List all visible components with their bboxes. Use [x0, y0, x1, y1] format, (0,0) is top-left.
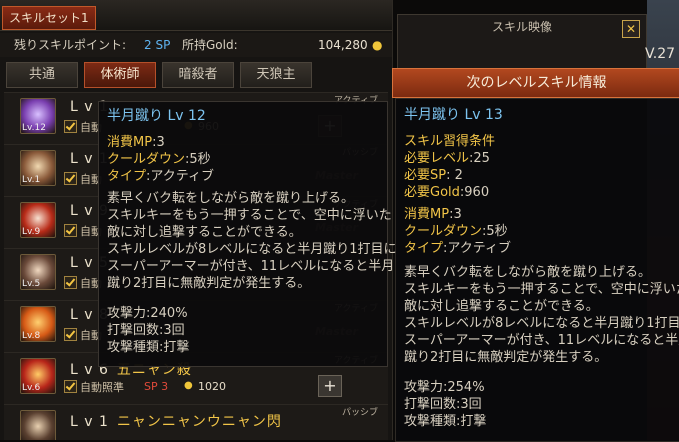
next-desc-2: スキルキーをもう一押することで、空中に浮いた: [404, 282, 679, 297]
level-up-button[interactable]: +: [318, 375, 342, 397]
tooltip-hits: 打撃回数:3回: [107, 323, 185, 338]
auto-checkbox[interactable]: [64, 380, 77, 393]
skill-icon[interactable]: [20, 410, 56, 440]
skill-level: L v 1 ニャンニャンウニャン閃: [70, 414, 282, 430]
remaining-points-label: 残りスキルポイント:: [14, 38, 127, 52]
tooltip-desc-1: 素早くバク転をしながら敵を蹴り上げる。: [107, 191, 355, 206]
next-level-panel: 半月蹴り Lv 13 スキル習得条件 必要レベル:25 必要SP: 2 必要Go…: [395, 98, 679, 442]
close-icon[interactable]: ✕: [622, 20, 640, 38]
auto-checkbox[interactable]: [64, 276, 77, 289]
skill-icon-level: Lv.9: [22, 227, 41, 237]
skill-icon-level: Lv.12: [22, 123, 46, 133]
tab-wolf-lord[interactable]: 天狼主: [240, 62, 312, 88]
next-desc-5: スーパーアーマーが付き、11レベルになると半月: [404, 333, 679, 348]
skill-icon-level: Lv.6: [22, 383, 41, 393]
next-level-header: 次のレベルスキル情報: [392, 68, 679, 98]
next-hits: 打撃回数:3回: [404, 397, 482, 412]
auto-checkbox[interactable]: [64, 172, 77, 185]
remaining-points-value: 2 SP: [144, 38, 171, 52]
skill-gold-cost: 1020: [198, 380, 226, 393]
skill-name: ニャンニャンウニャン閃: [116, 414, 282, 430]
tooltip-type: タイプ:アクティブ: [107, 169, 214, 184]
auto-checkbox[interactable]: [64, 120, 77, 133]
level-fragment: V.27: [645, 46, 676, 62]
points-bar: 残りスキルポイント: 2 SP 所持Gold: 104,280 ●: [0, 33, 392, 57]
next-desc-6: 蹴り2打目に無敵判定が発生する。: [404, 350, 608, 365]
class-tabs: 共通 体術師 暗殺者 天狼主: [0, 62, 392, 88]
skill-window-titlebar: スキルセット1: [0, 0, 392, 31]
skill-set-tab[interactable]: スキルセット1: [2, 6, 96, 30]
tooltip-desc-3: 敵に対し追撃することができる。: [107, 225, 302, 240]
auto-checkbox[interactable]: [64, 328, 77, 341]
req-title: スキル習得条件: [404, 134, 496, 149]
tab-assassin[interactable]: 暗殺者: [162, 62, 234, 88]
req-sp: 必要SP: 2: [404, 168, 463, 183]
skill-icon-level: Lv.5: [22, 279, 41, 289]
skill-tooltip: 半月蹴り Lv 12 消費MP:3 クールダウン:5秒 タイプ:アクティブ 素早…: [98, 101, 397, 367]
skill-row[interactable]: L v 1 ニャンニャンウニャン閃 パッシブ: [4, 404, 388, 440]
gold-coin-icon: ●: [184, 380, 193, 391]
skill-icon-level: Lv.8: [22, 331, 41, 341]
next-desc-3: 敵に対し追撃することができる。: [404, 299, 599, 314]
skill-video-title: スキル映像: [491, 20, 552, 34]
tooltip-desc-5: スーパーアーマーが付き、11レベルになると半月: [107, 259, 395, 274]
skill-video-panel: スキル映像: [397, 14, 647, 70]
tooltip-desc-2: スキルキーをもう一押することで、空中に浮いた: [107, 208, 392, 223]
req-level: 必要レベル:25: [404, 151, 490, 166]
tab-martial-artist[interactable]: 体術師: [84, 62, 156, 88]
tooltip-mp: 消費MP:3: [107, 135, 165, 150]
next-cooldown: クールダウン:5秒: [404, 224, 508, 239]
skill-type: パッシブ: [341, 408, 378, 418]
gold-coin-icon: ●: [372, 38, 383, 52]
tab-common[interactable]: 共通: [6, 62, 78, 88]
next-desc-4: スキルレベルが8レベルになると半月蹴り1打目に: [404, 316, 679, 331]
gold-value: 104,280: [318, 38, 368, 52]
auto-checkbox[interactable]: [64, 224, 77, 237]
tooltip-attack: 攻撃力:240%: [107, 306, 188, 321]
next-attack-type: 攻撃種類:打撃: [404, 414, 487, 429]
req-gold: 必要Gold:960: [404, 185, 490, 200]
auto-label: 自動照準: [80, 381, 124, 394]
tooltip-cooldown: クールダウン:5秒: [107, 152, 211, 167]
skill-icon-level: Lv.1: [22, 175, 41, 185]
next-type: タイプ:アクティブ: [404, 241, 511, 256]
tooltip-desc-6: 蹴り2打目に無敵判定が発生する。: [107, 276, 311, 291]
tooltip-title: 半月蹴り Lv 12: [107, 108, 206, 124]
next-attack: 攻撃力:254%: [404, 380, 485, 395]
next-mp: 消費MP:3: [404, 207, 462, 222]
tooltip-desc-4: スキルレベルが8レベルになると半月蹴り1打目に: [107, 242, 397, 257]
skill-sp-cost: SP 3: [144, 380, 169, 393]
gold-label: 所持Gold:: [182, 38, 238, 52]
next-skill-title: 半月蹴り Lv 13: [404, 107, 503, 123]
next-desc-1: 素早くバク転をしながら敵を蹴り上げる。: [404, 265, 652, 280]
tooltip-attack-type: 攻撃種類:打撃: [107, 340, 190, 355]
